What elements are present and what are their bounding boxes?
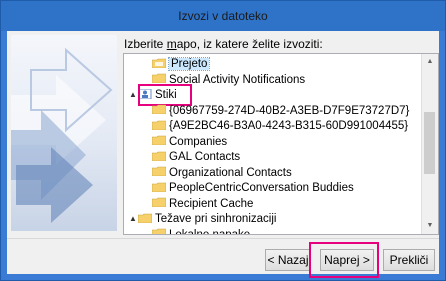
tree-item-label: Prejeto xyxy=(167,57,211,71)
title-bar[interactable]: Izvozi v datoteko xyxy=(1,1,445,31)
window-title: Izvozi v datoteko xyxy=(178,9,268,23)
folder-icon xyxy=(138,213,152,223)
scroll-down-icon[interactable]: ▼ xyxy=(422,218,438,234)
folder-icon xyxy=(152,167,166,177)
tree-item[interactable]: Companies xyxy=(142,134,227,150)
vertical-scrollbar[interactable]: ▲ ▼ xyxy=(421,54,438,234)
folder-icon xyxy=(152,74,166,84)
folder-icon xyxy=(152,136,166,146)
tree-item-label: {A9E2BC46-B3A0-4243-B315-60D991004455} xyxy=(169,120,409,132)
inbox-folder-icon xyxy=(152,58,166,68)
back-button[interactable]: < Nazaj xyxy=(265,249,311,271)
tree-item[interactable]: Organizational Contacts xyxy=(142,165,292,181)
folder-tree[interactable]: Prejeto Social Activity Notifications ▲ Sti… xyxy=(123,53,439,235)
tree-item[interactable]: Prejeto xyxy=(142,56,211,72)
folder-icon xyxy=(152,105,166,115)
instruction-text: Izberite mapo, iz katere želite izvoziti… xyxy=(124,37,323,51)
collapse-arrow-icon[interactable]: ▲ xyxy=(128,87,138,103)
folder-icon xyxy=(152,151,166,161)
tree-item-label: Companies xyxy=(169,135,228,148)
tree-item[interactable]: ▲ Težave pri sinhronizaciji xyxy=(128,211,276,227)
tree-item-label: Organizational Contacts xyxy=(169,166,292,179)
tree-item-label: GAL Contacts xyxy=(169,151,241,163)
tree-item[interactable]: GAL Contacts xyxy=(142,149,240,165)
cancel-button[interactable]: Prekliči xyxy=(383,249,435,271)
scrollbar-thumb[interactable] xyxy=(424,112,435,174)
folder-icon xyxy=(152,182,166,192)
tree-item-label: PeopleCentricConversation Buddies xyxy=(169,182,354,194)
wizard-arrows-graphic xyxy=(11,47,113,223)
wizard-client-area: Izberite mapo, iz katere želite izvoziti… xyxy=(7,31,439,278)
tree-item-label: Recipient Cache xyxy=(169,197,254,210)
tree-item[interactable]: Recipient Cache xyxy=(142,196,253,212)
tree-item[interactable]: PeopleCentricConversation Buddies xyxy=(142,180,354,196)
folder-icon xyxy=(152,229,166,234)
folder-icon xyxy=(152,198,166,208)
export-to-file-window: Izvozi v datoteko Izberite mapo, iz kate… xyxy=(0,0,446,281)
tree-item-label: Lokalne napake xyxy=(169,228,251,235)
tree-item[interactable]: {06967759-274D-40B2-A3EB-D7F9E73727D7} xyxy=(142,103,409,119)
tree-item-label: Težave pri sinhronizaciji xyxy=(155,213,277,225)
tree-item[interactable]: {A9E2BC46-B3A0-4243-B315-60D991004455} xyxy=(142,118,408,134)
collapse-arrow-icon[interactable]: ▲ xyxy=(128,211,138,227)
footer-divider xyxy=(7,238,439,239)
wizard-illustration xyxy=(11,35,117,231)
scroll-up-icon[interactable]: ▲ xyxy=(422,54,438,70)
tree-item[interactable]: Lokalne napake xyxy=(142,227,251,235)
next-button-highlight xyxy=(309,242,379,278)
folder-icon xyxy=(152,120,166,130)
tree-item-label: {06967759-274D-40B2-A3EB-D7F9E73727D7} xyxy=(169,104,410,117)
